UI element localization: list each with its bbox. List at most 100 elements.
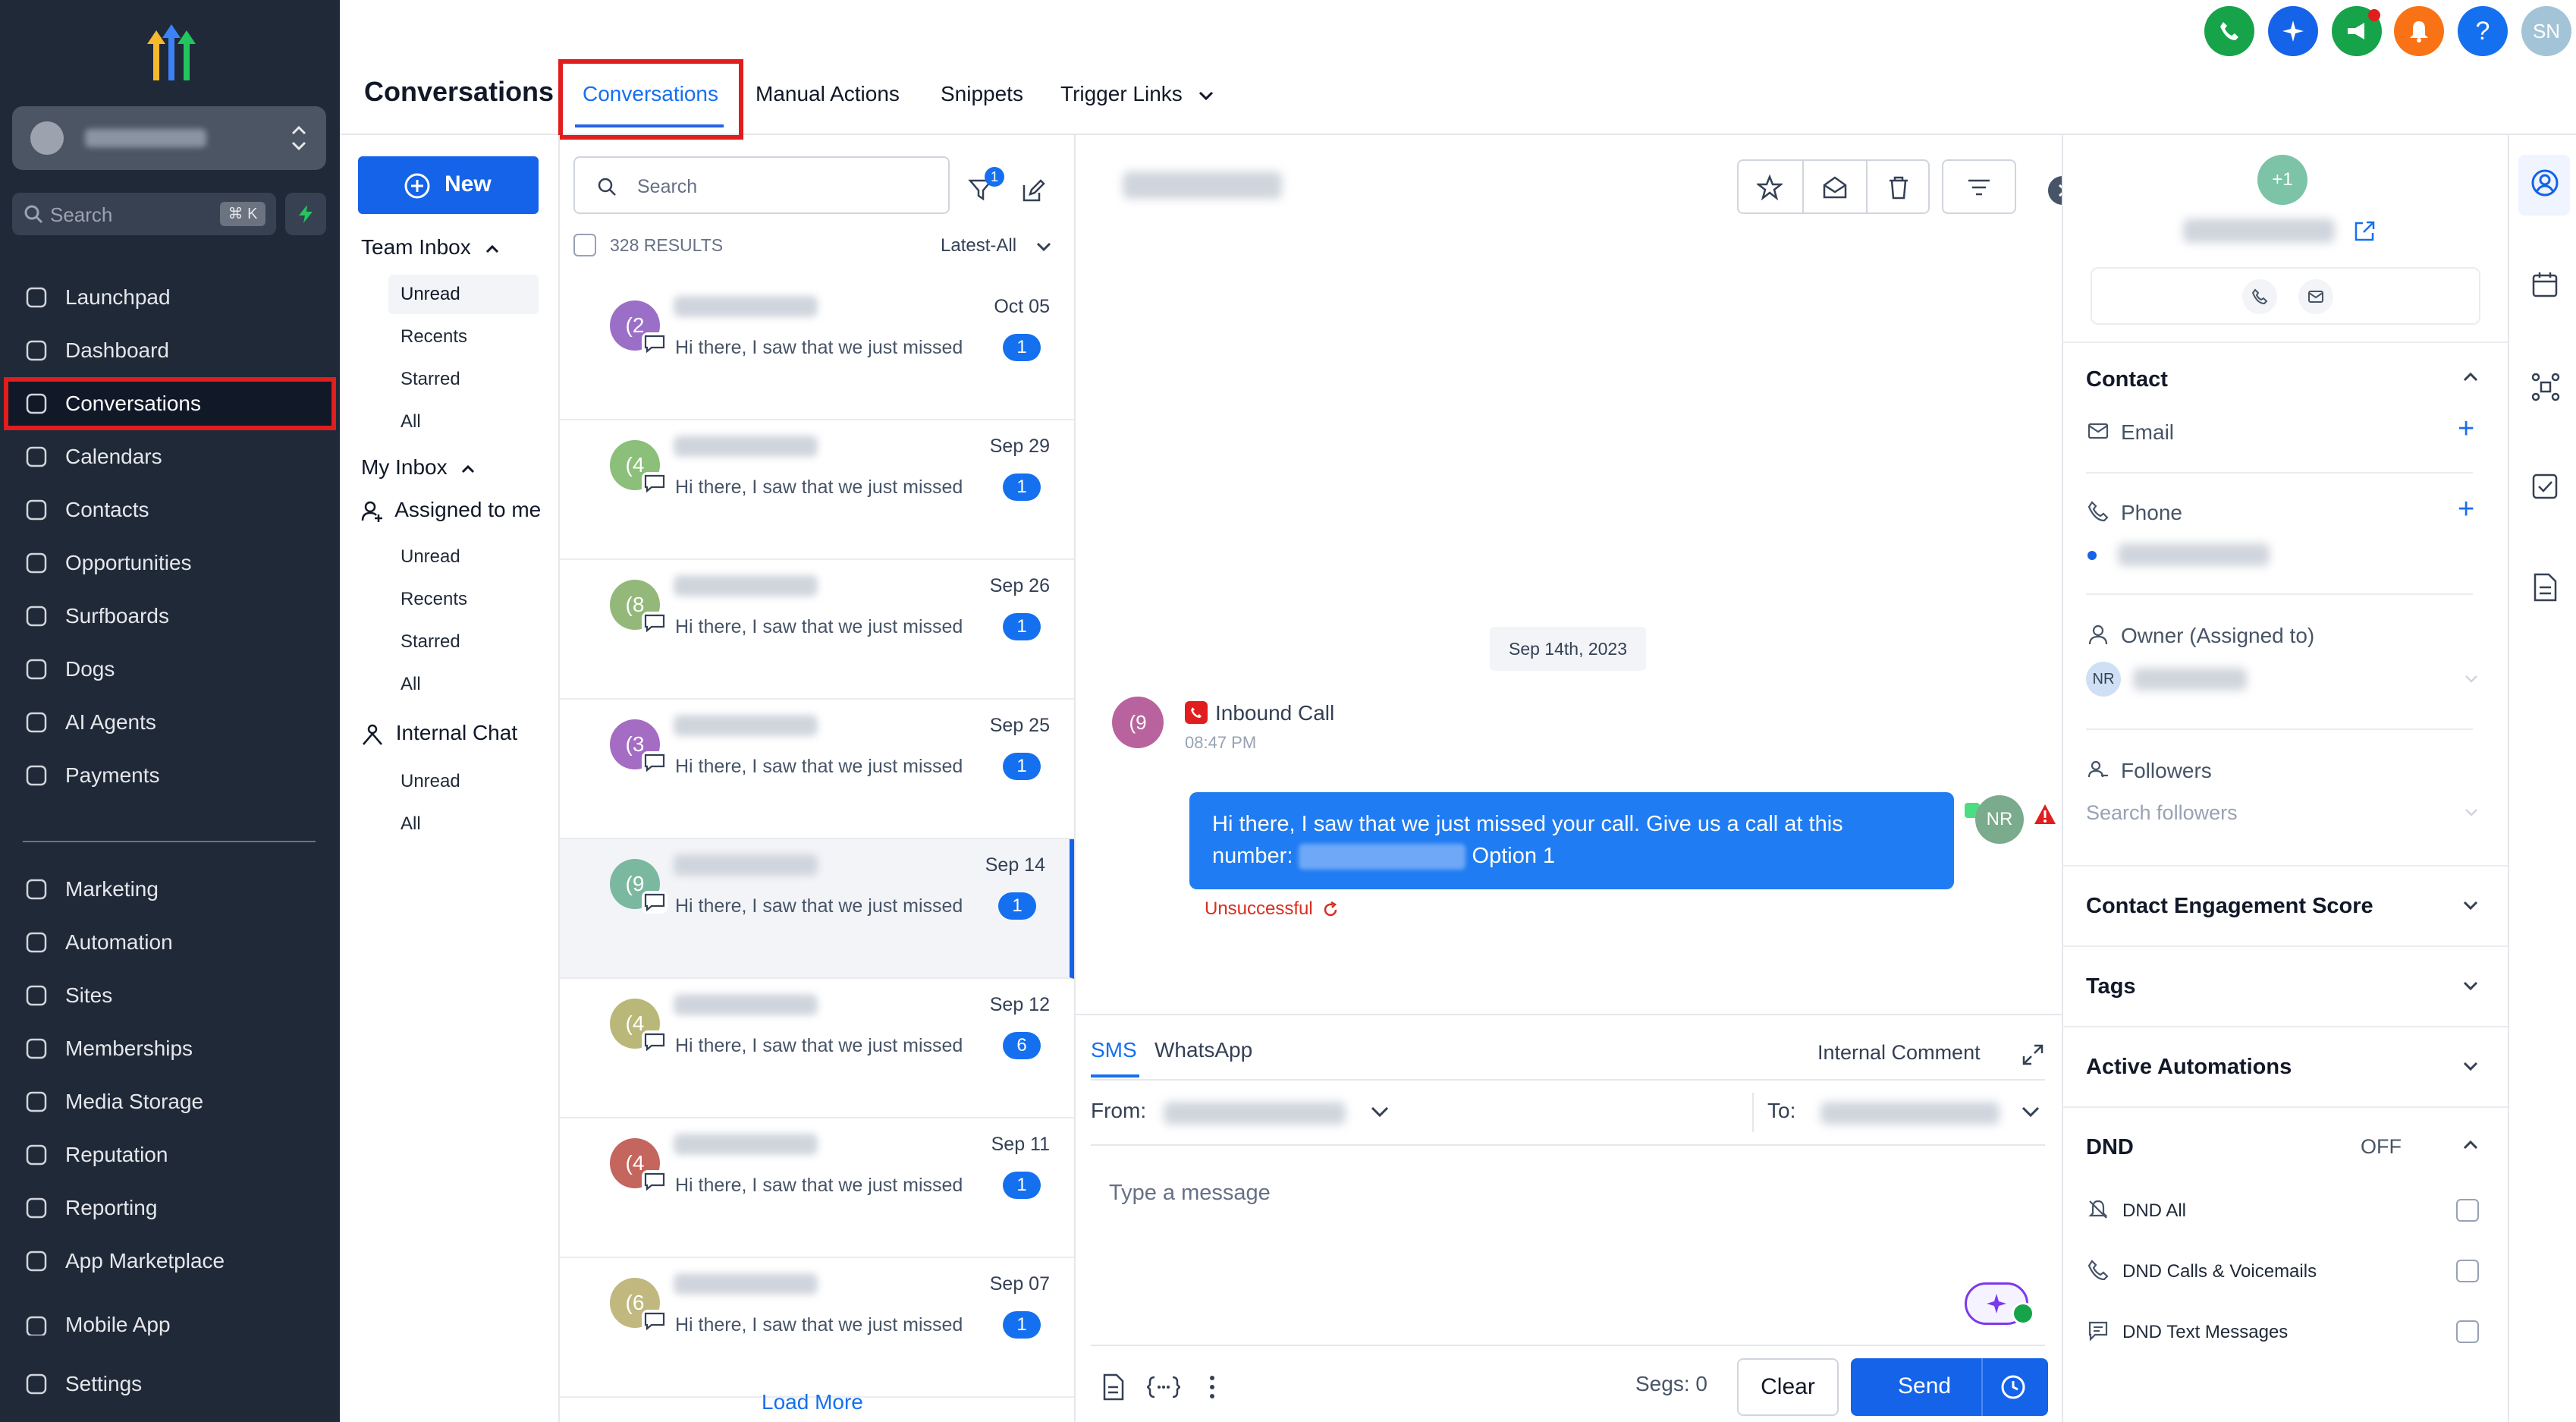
schedule-clock-icon[interactable]: [2000, 1373, 2027, 1401]
add-email-button[interactable]: +: [2458, 413, 2474, 445]
channel-tab-internal-comment[interactable]: Internal Comment: [1817, 1041, 1981, 1065]
sidebar-item-conversations[interactable]: Conversations: [4, 377, 336, 430]
assigned-to-me-toggle[interactable]: Assigned to me: [361, 498, 541, 523]
sidebar-item-reporting[interactable]: Reporting: [6, 1184, 334, 1232]
conversation-row[interactable]: (2Hi there, I saw that we just missed yo…: [560, 281, 1074, 420]
dnd-text-checkbox[interactable]: [2456, 1320, 2479, 1343]
compose-new-button[interactable]: [1021, 179, 1045, 203]
conversation-row[interactable]: (4Hi there, I saw that we just missed yo…: [560, 1118, 1074, 1258]
expand-icon[interactable]: [2021, 1043, 2045, 1067]
sidebar-item-mobile-app[interactable]: Mobile App: [6, 1313, 334, 1335]
internal-chat-toggle[interactable]: Internal Chat: [361, 721, 517, 746]
filter-my-starred[interactable]: Starred: [401, 631, 460, 653]
calendar-icon[interactable]: [2530, 270, 2559, 299]
conversation-search-input[interactable]: Search: [573, 156, 950, 214]
my-inbox-toggle[interactable]: My Inbox: [361, 455, 476, 480]
chevron-down-icon[interactable]: [2464, 674, 2479, 683]
team-inbox-toggle[interactable]: Team Inbox: [361, 235, 500, 260]
conversation-row[interactable]: (9Hi there, I saw that we just missed yo…: [560, 839, 1074, 979]
send-button[interactable]: Send: [1851, 1358, 2048, 1416]
sidebar-search[interactable]: Search ⌘ K: [12, 193, 276, 235]
ai-assist-button[interactable]: [2268, 6, 2318, 56]
filter-team-all[interactable]: All: [401, 411, 421, 433]
sidebar-item-contacts[interactable]: Contacts: [6, 486, 334, 534]
filter-button[interactable]: 1: [968, 167, 1004, 202]
sidebar-item-payments[interactable]: Payments: [6, 751, 334, 800]
sidebar-item-launchpad[interactable]: Launchpad: [6, 273, 334, 322]
message-input[interactable]: Type a message: [1109, 1181, 1271, 1206]
sidebar-item-automation[interactable]: Automation: [6, 918, 334, 967]
sidebar-item-surfboards[interactable]: Surfboards: [6, 592, 334, 640]
conversation-row[interactable]: (4Hi there, I saw that we just missed yo…: [560, 420, 1074, 560]
notes-icon[interactable]: [2530, 572, 2559, 602]
help-button[interactable]: ?: [2458, 6, 2508, 56]
delete-button[interactable]: [1868, 161, 1931, 212]
channel-tab-whatsapp[interactable]: WhatsApp: [1154, 1038, 1252, 1062]
external-link-icon[interactable]: [2353, 220, 2376, 243]
attach-file-icon[interactable]: [1101, 1373, 1124, 1401]
sidebar-item-marketing[interactable]: Marketing: [6, 865, 334, 914]
filter-chat-all[interactable]: All: [401, 813, 421, 835]
filter-team-unread[interactable]: Unread: [401, 284, 460, 305]
sidebar-item-ai-agents[interactable]: AI Agents: [6, 698, 334, 747]
new-conversation-button[interactable]: New: [358, 156, 539, 214]
tab-snippets[interactable]: Snippets: [941, 82, 1023, 106]
sidebar-item-calendars[interactable]: Calendars: [6, 433, 334, 481]
tab-conversations[interactable]: Conversations: [583, 82, 718, 106]
sidebar-item-media-storage[interactable]: Media Storage: [6, 1078, 334, 1126]
opportunities-icon[interactable]: [2530, 372, 2561, 402]
chevron-up-icon[interactable]: [2462, 372, 2479, 382]
message-filter-button[interactable]: [1948, 161, 2012, 212]
dnd-calls-checkbox[interactable]: [2456, 1260, 2479, 1282]
engagement-section-title[interactable]: Contact Engagement Score: [2086, 894, 2373, 919]
phone-dialer-button[interactable]: [2204, 6, 2254, 56]
filter-team-recents[interactable]: Recents: [401, 326, 467, 348]
channel-tab-sms[interactable]: SMS: [1091, 1038, 1137, 1062]
select-all-checkbox[interactable]: [573, 234, 596, 256]
chevron-down-icon[interactable]: [2464, 807, 2479, 816]
chevron-down-icon[interactable]: [2462, 1061, 2479, 1071]
sidebar-item-memberships[interactable]: Memberships: [6, 1024, 334, 1073]
mark-unread-button[interactable]: [1804, 161, 1868, 212]
chevron-down-icon[interactable]: [2462, 900, 2479, 911]
add-phone-button[interactable]: +: [2458, 493, 2474, 526]
custom-values-icon[interactable]: [1147, 1375, 1180, 1399]
load-more-link[interactable]: Load More: [762, 1390, 863, 1414]
star-button[interactable]: [1739, 161, 1802, 212]
account-switcher[interactable]: [12, 106, 326, 170]
conversation-row[interactable]: (4Hi there, I saw that we just missed yo…: [560, 979, 1074, 1118]
dnd-section-title[interactable]: DND: [2086, 1135, 2134, 1160]
dnd-all-checkbox[interactable]: [2456, 1199, 2479, 1222]
contact-profile-icon[interactable]: [2530, 168, 2559, 197]
sidebar-item-dogs[interactable]: Dogs: [6, 645, 334, 694]
clear-button[interactable]: Clear: [1737, 1358, 1839, 1416]
chevron-up-icon[interactable]: [2462, 1140, 2479, 1150]
sidebar-item-reputation[interactable]: Reputation: [6, 1131, 334, 1179]
sidebar-item-opportunities[interactable]: Opportunities: [6, 539, 334, 587]
filter-chat-unread[interactable]: Unread: [401, 771, 460, 792]
filter-team-starred[interactable]: Starred: [401, 369, 460, 390]
search-followers-input[interactable]: Search followers: [2086, 801, 2238, 825]
filter-my-unread[interactable]: Unread: [401, 546, 460, 568]
sidebar-item-app-marketplace[interactable]: App Marketplace: [6, 1237, 334, 1285]
sidebar-item-dashboard[interactable]: Dashboard: [6, 326, 334, 375]
to-dropdown-chevron-icon[interactable]: [2021, 1105, 2040, 1118]
from-dropdown-chevron-icon[interactable]: [1370, 1105, 1390, 1118]
call-contact-button[interactable]: [2242, 279, 2277, 314]
announcements-button[interactable]: [2332, 6, 2382, 56]
automations-section-title[interactable]: Active Automations: [2086, 1055, 2292, 1080]
notifications-button[interactable]: [2394, 6, 2444, 56]
tasks-icon[interactable]: [2530, 472, 2559, 501]
chevron-down-icon[interactable]: [2462, 980, 2479, 991]
conversation-row[interactable]: (6Hi there, I saw that we just missed yo…: [560, 1258, 1074, 1398]
quick-actions-button[interactable]: [285, 193, 326, 235]
email-contact-button[interactable]: [2298, 279, 2333, 314]
tab-trigger-links[interactable]: Trigger Links: [1060, 82, 1214, 106]
sort-dropdown[interactable]: Latest-All: [941, 235, 1052, 256]
delivery-status[interactable]: Unsuccessful: [1205, 898, 1339, 920]
tab-manual-actions[interactable]: Manual Actions: [756, 82, 900, 106]
user-avatar[interactable]: SN: [2521, 6, 2571, 56]
sidebar-item-settings[interactable]: Settings: [6, 1360, 334, 1408]
filter-my-all[interactable]: All: [401, 674, 421, 695]
more-options-icon[interactable]: [1205, 1373, 1220, 1401]
